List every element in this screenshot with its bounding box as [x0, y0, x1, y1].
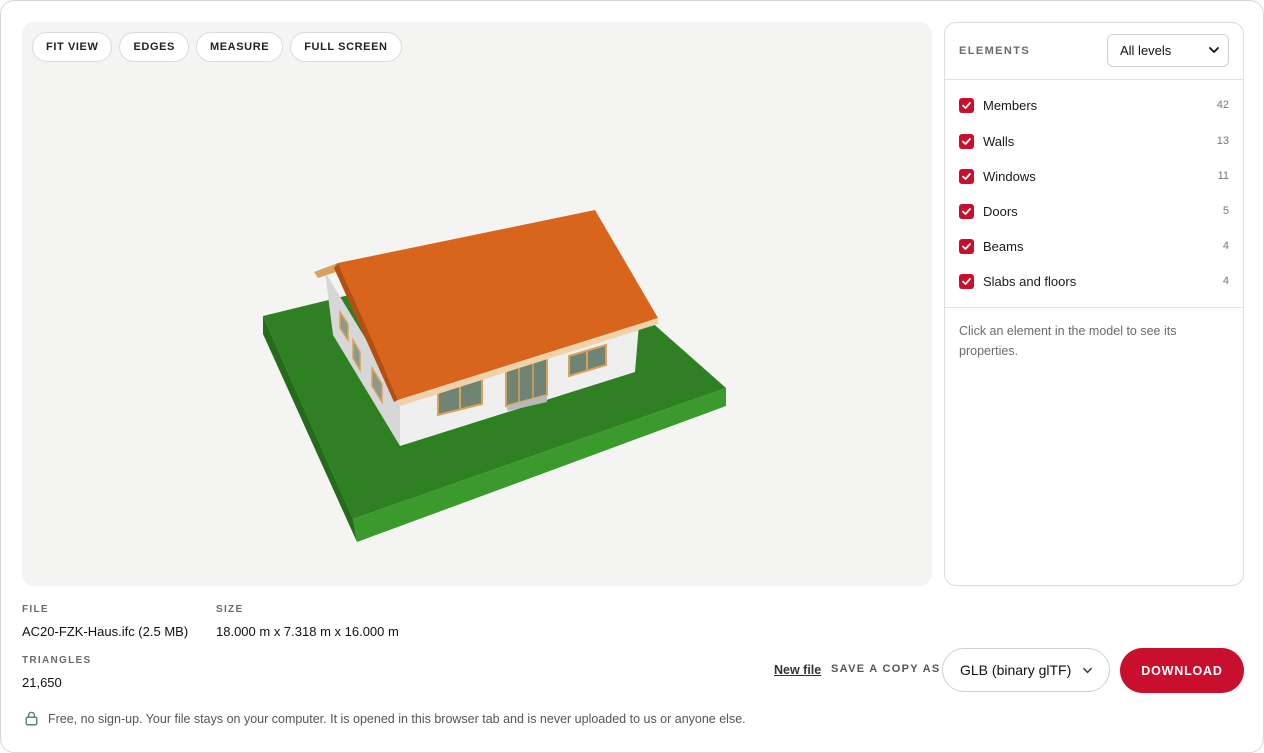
viewer-toolbar: FIT VIEW EDGES MEASURE FULL SCREEN — [32, 32, 402, 62]
element-label: Windows — [983, 168, 1036, 184]
check-icon[interactable] — [959, 97, 974, 113]
element-row-walls[interactable]: Walls 13 — [959, 131, 1229, 151]
size-value: 18.000 m x 7.318 m x 16.000 m — [216, 624, 399, 639]
full-screen-button[interactable]: FULL SCREEN — [290, 32, 402, 62]
element-row-windows[interactable]: Windows 11 — [959, 166, 1229, 186]
check-icon[interactable] — [959, 273, 974, 289]
edges-button[interactable]: EDGES — [119, 32, 189, 62]
save-copy-label: SAVE A COPY AS — [831, 663, 941, 675]
level-select-value: All levels — [1120, 43, 1172, 58]
house-model[interactable] — [22, 22, 932, 586]
element-row-beams[interactable]: Beams 4 — [959, 236, 1229, 256]
fit-view-button[interactable]: FIT VIEW — [32, 32, 113, 62]
chevron-down-icon — [1083, 667, 1092, 674]
size-label: SIZE — [216, 604, 244, 615]
element-row-doors[interactable]: Doors 5 — [959, 201, 1229, 221]
level-select[interactable]: All levels — [1107, 34, 1229, 67]
element-label: Members — [983, 97, 1038, 113]
element-count: 4 — [1222, 240, 1229, 252]
app-window: FIT VIEW EDGES MEASURE FULL SCREEN ELEME… — [0, 0, 1264, 753]
triangles-label: TRIANGLES — [22, 655, 92, 666]
element-count: 4 — [1222, 275, 1229, 287]
elements-panel: ELEMENTS All levels Members 42 Walls 13 — [944, 22, 1244, 586]
check-icon[interactable] — [959, 168, 974, 184]
check-icon[interactable] — [959, 238, 974, 254]
download-button[interactable]: DOWNLOAD — [1120, 648, 1244, 693]
properties-hint: Click an element in the model to see its… — [959, 324, 1177, 358]
new-file-link[interactable]: New file — [774, 663, 821, 677]
privacy-note: Free, no sign-up. Your file stays on you… — [25, 711, 746, 726]
element-label: Walls — [983, 133, 1015, 149]
element-count: 11 — [1217, 170, 1229, 182]
lock-icon — [25, 711, 38, 726]
elements-title: ELEMENTS — [959, 45, 1031, 57]
element-label: Slabs and floors — [983, 273, 1077, 289]
elements-panel-header: ELEMENTS All levels — [945, 23, 1243, 80]
check-icon[interactable] — [959, 203, 974, 219]
privacy-text: Free, no sign-up. Your file stays on you… — [48, 711, 746, 726]
check-icon[interactable] — [959, 133, 974, 149]
file-value: AC20-FZK-Haus.ifc (2.5 MB) — [22, 624, 189, 639]
element-count: 13 — [1216, 135, 1229, 147]
element-row-slabs-and-floors[interactable]: Slabs and floors 4 — [959, 271, 1229, 291]
format-select[interactable]: GLB (binary glTF) — [942, 648, 1110, 692]
element-row-members[interactable]: Members 42 — [959, 95, 1229, 115]
measure-button[interactable]: MEASURE — [195, 32, 284, 62]
chevron-down-icon — [1209, 47, 1219, 53]
model-viewer[interactable]: FIT VIEW EDGES MEASURE FULL SCREEN — [22, 22, 932, 586]
format-select-value: GLB (binary glTF) — [960, 662, 1072, 678]
file-label: FILE — [22, 604, 49, 615]
element-list: Members 42 Walls 13 Windows 11 Doors 5 B… — [945, 81, 1243, 308]
element-label: Doors — [983, 203, 1018, 219]
element-count: 5 — [1222, 205, 1229, 217]
element-label: Beams — [983, 238, 1024, 254]
triangles-value: 21,650 — [22, 675, 62, 690]
element-count: 42 — [1216, 99, 1229, 111]
